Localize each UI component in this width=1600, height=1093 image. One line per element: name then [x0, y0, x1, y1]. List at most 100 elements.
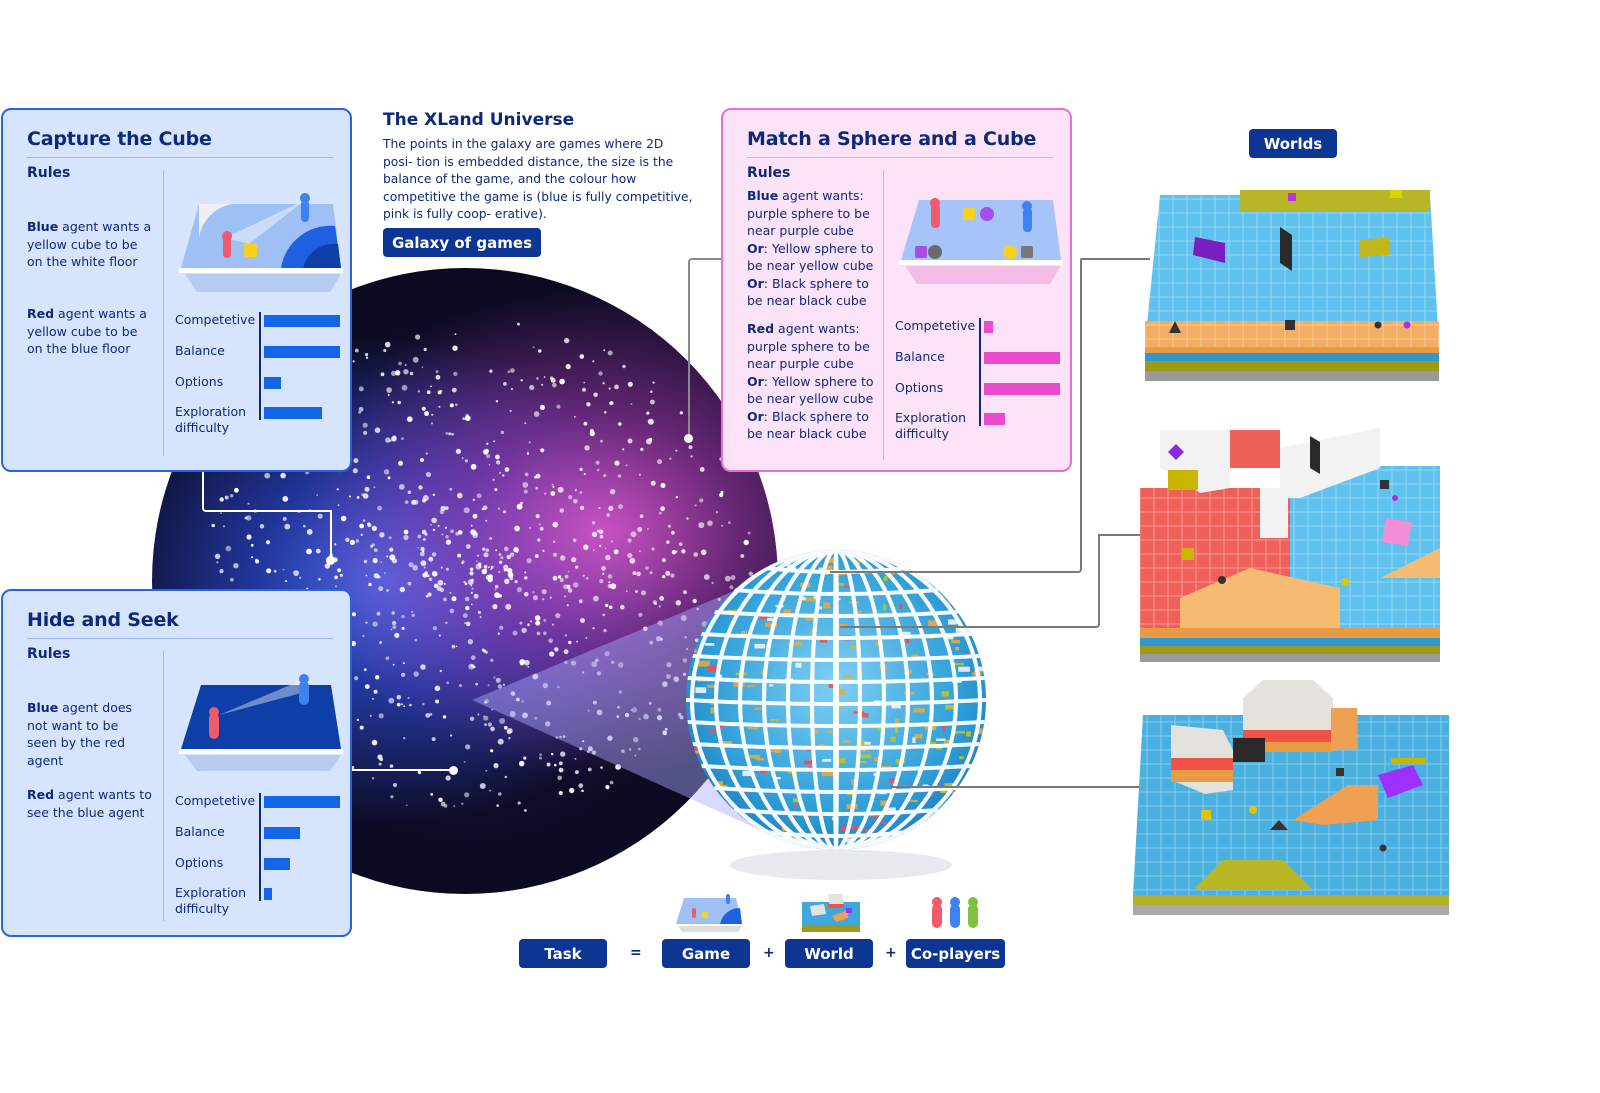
game-point — [336, 488, 339, 491]
game-point — [618, 422, 622, 426]
game-point — [451, 644, 456, 649]
game-point — [613, 549, 619, 555]
game-point — [424, 533, 428, 536]
bar-exploration — [264, 888, 272, 900]
game-point — [401, 384, 408, 391]
co-players-button[interactable]: Co-players — [906, 939, 1005, 968]
game-point — [371, 697, 374, 700]
game-point — [244, 516, 248, 520]
stat-axis — [979, 318, 981, 426]
game-point — [583, 381, 586, 384]
game-point — [254, 558, 258, 562]
game-point — [568, 495, 573, 500]
game-point — [603, 474, 607, 478]
game-point — [360, 533, 363, 536]
game-point — [404, 500, 409, 504]
game-point — [407, 416, 413, 422]
game-point — [445, 775, 451, 781]
game-point — [432, 626, 437, 631]
game-point — [422, 550, 425, 553]
worlds-button[interactable]: Worlds — [1249, 129, 1337, 158]
game-point — [403, 369, 409, 375]
game-point — [422, 537, 426, 541]
game-point — [383, 348, 387, 353]
game-point — [371, 739, 378, 746]
game-point — [426, 390, 431, 395]
game-point — [423, 347, 427, 352]
game-point — [444, 526, 448, 529]
game-point — [389, 439, 392, 442]
game-point — [540, 448, 545, 453]
game-point — [356, 496, 360, 499]
game-point — [596, 468, 600, 472]
game-point — [638, 473, 641, 476]
game-point — [354, 348, 359, 353]
game-point — [482, 505, 488, 510]
game-point — [352, 360, 355, 363]
game-point — [422, 572, 428, 578]
game-point — [650, 390, 653, 393]
rule-red: Red agent wants: purple sphere to be nea… — [747, 321, 874, 441]
card-match-sphere-cube: Match a Sphere and a Cube Rules Blue age… — [721, 108, 1072, 472]
stat-label-options: Options — [175, 855, 224, 870]
game-point — [492, 478, 495, 481]
game-point — [556, 404, 561, 409]
game-point — [362, 422, 368, 428]
game-button[interactable]: Game — [662, 939, 750, 968]
blue-agent-icon — [299, 681, 309, 705]
bar-competetive — [984, 321, 993, 333]
game-point — [230, 578, 234, 582]
game-point — [317, 513, 323, 519]
game-point — [334, 575, 338, 580]
game-point — [490, 537, 493, 540]
game-point — [543, 376, 546, 378]
game-point — [535, 514, 540, 519]
game-point — [622, 448, 625, 451]
bar-balance — [264, 827, 300, 839]
game-point — [379, 532, 385, 538]
task-button[interactable]: Task — [519, 939, 607, 968]
bar-competetive — [264, 796, 340, 808]
game-point — [425, 452, 428, 455]
game-point — [397, 400, 401, 405]
vertical-divider — [163, 170, 164, 456]
game-point — [356, 718, 360, 722]
plus-sign-1: + — [763, 945, 775, 961]
game-point — [423, 566, 426, 569]
world-icon — [802, 894, 860, 932]
galaxy-of-games-button[interactable]: Galaxy of games — [383, 228, 541, 257]
game-point — [293, 570, 299, 576]
game-point — [630, 403, 633, 405]
plus-sign-2: + — [885, 945, 897, 961]
game-point — [552, 382, 557, 388]
game-point — [529, 384, 535, 391]
card-title: Hide and Seek — [27, 609, 179, 631]
game-point — [627, 538, 632, 543]
world-button[interactable]: World — [785, 939, 873, 968]
bar-exploration — [984, 413, 1005, 425]
game-point — [361, 493, 365, 497]
game-point — [419, 551, 425, 557]
connector-hide — [352, 769, 454, 771]
game-point — [534, 475, 537, 479]
rules-label: Rules — [747, 165, 791, 181]
game-point — [583, 544, 589, 550]
game-point — [364, 684, 370, 689]
game-point — [591, 521, 596, 525]
game-point — [498, 553, 502, 556]
game-point — [509, 409, 512, 413]
game-point — [645, 438, 652, 445]
game-point — [372, 621, 378, 627]
game-point — [384, 572, 386, 574]
world-3 — [1133, 680, 1449, 915]
game-point — [483, 552, 489, 558]
game-point — [637, 526, 643, 532]
game-point — [315, 548, 321, 554]
game-point — [579, 467, 583, 471]
game-point — [565, 364, 571, 370]
game-point — [573, 538, 577, 542]
game-point — [690, 455, 693, 458]
game-point — [282, 516, 287, 521]
game-point — [650, 399, 655, 405]
game-point — [603, 411, 607, 414]
